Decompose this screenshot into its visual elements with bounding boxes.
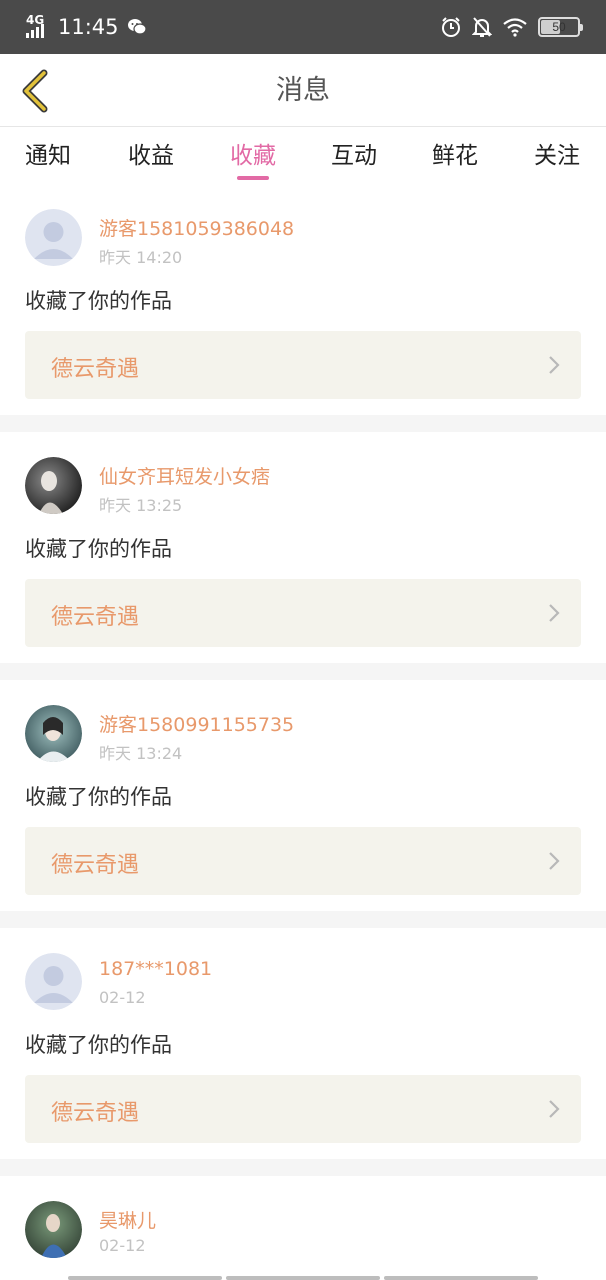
work-link[interactable]: 德云奇遇 — [25, 331, 581, 399]
status-bar: 4G 11:45 50 — [0, 0, 606, 54]
action-text: 收藏了你的作品 — [25, 1033, 172, 1057]
work-link[interactable]: 德云奇遇 — [25, 579, 581, 647]
divider — [0, 663, 606, 680]
message-list: 游客1581059386048 昨天 14:20 收藏了你的作品 德云奇遇 仙女… — [0, 184, 606, 1280]
tab-earnings[interactable]: 收益 — [111, 136, 191, 180]
username[interactable]: 昊琳儿 — [99, 1206, 156, 1233]
tab-favorites[interactable]: 收藏 — [213, 136, 293, 180]
timestamp: 昨天 13:25 — [99, 496, 183, 515]
work-title: 德云奇遇 — [51, 357, 140, 382]
nav-bar: 消息 — [0, 54, 606, 127]
tab-bar: 通知 收益 收藏 互动 鲜花 关注 — [0, 128, 606, 184]
message-item: 游客1580991155735 昨天 13:24 收藏了你的作品 德云奇遇 — [0, 680, 606, 928]
divider — [0, 1159, 606, 1176]
divider — [0, 415, 606, 432]
action-text: 收藏了你的作品 — [25, 537, 172, 561]
default-avatar[interactable] — [25, 953, 82, 1010]
username[interactable]: 仙女齐耳短发小女痞 — [99, 462, 270, 489]
photo-avatar[interactable] — [25, 457, 82, 514]
chevron-right-icon — [549, 1100, 560, 1118]
divider — [0, 911, 606, 928]
status-right: 50 — [440, 12, 583, 42]
chevron-right-icon — [549, 604, 560, 622]
mute-bell-icon — [472, 17, 492, 37]
message-item: 仙女齐耳短发小女痞 昨天 13:25 收藏了你的作品 德云奇遇 — [0, 432, 606, 680]
clock: 11:45 — [58, 15, 119, 39]
work-title: 德云奇遇 — [51, 853, 140, 878]
battery-icon: 50 — [538, 17, 583, 37]
photo-avatar[interactable] — [25, 705, 82, 762]
photo-avatar[interactable] — [25, 1201, 82, 1258]
work-title: 德云奇遇 — [51, 605, 140, 630]
tab-label: 关注 — [534, 143, 580, 169]
username[interactable]: 187***1081 — [99, 958, 212, 980]
tab-label: 收藏 — [230, 143, 276, 169]
tab-label: 互动 — [331, 143, 377, 169]
tab-label: 收益 — [128, 143, 174, 169]
message-item: 游客1581059386048 昨天 14:20 收藏了你的作品 德云奇遇 — [0, 184, 606, 432]
active-tab-indicator — [237, 176, 269, 180]
page-title: 消息 — [276, 75, 330, 106]
work-title: 德云奇遇 — [51, 1101, 140, 1126]
username[interactable]: 游客1581059386048 — [99, 214, 294, 241]
timestamp: 昨天 13:24 — [99, 744, 183, 763]
timestamp: 昨天 14:20 — [99, 248, 183, 267]
back-button[interactable] — [12, 66, 58, 116]
work-link[interactable]: 德云奇遇 — [25, 1075, 581, 1143]
chevron-right-icon — [549, 852, 560, 870]
username[interactable]: 游客1580991155735 — [99, 710, 294, 737]
tab-flowers[interactable]: 鲜花 — [415, 136, 495, 180]
battery-percent: 50 — [552, 20, 566, 34]
tab-follows[interactable]: 关注 — [517, 136, 597, 180]
status-left: 4G 11:45 — [26, 10, 147, 44]
default-avatar[interactable] — [25, 209, 82, 266]
tab-notifications[interactable]: 通知 — [8, 136, 88, 180]
wifi-icon — [503, 18, 527, 37]
timestamp: 02-12 — [99, 988, 146, 1007]
back-arrow-icon — [22, 69, 48, 113]
action-text: 收藏了你的作品 — [25, 785, 172, 809]
tab-interactions[interactable]: 互动 — [314, 136, 394, 180]
signal-icon: 4G — [26, 14, 52, 40]
message-item: 昊琳儿 02-12 — [0, 1176, 606, 1280]
action-text: 收藏了你的作品 — [25, 289, 172, 313]
wechat-icon — [127, 19, 147, 35]
message-item: 187***1081 02-12 收藏了你的作品 德云奇遇 — [0, 928, 606, 1176]
chevron-right-icon — [549, 356, 560, 374]
timestamp: 02-12 — [99, 1236, 146, 1255]
tab-label: 鲜花 — [432, 143, 478, 169]
work-link[interactable]: 德云奇遇 — [25, 827, 581, 895]
scroll-indicator — [68, 1276, 538, 1280]
alarm-icon — [442, 17, 460, 37]
tab-label: 通知 — [25, 143, 71, 169]
